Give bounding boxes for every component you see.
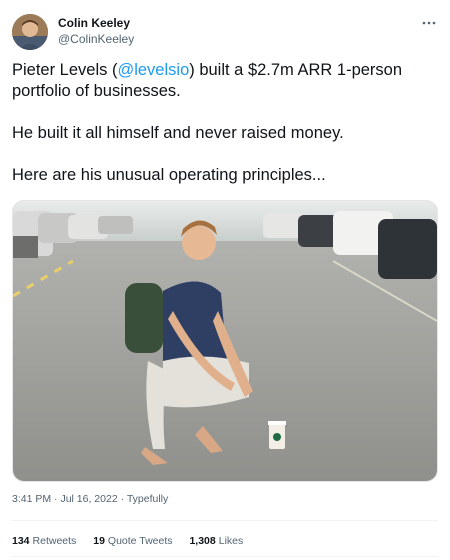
tweet-card: Colin Keeley @ColinKeeley Pieter Levels … bbox=[0, 0, 450, 560]
quote-tweets-stat[interactable]: 19 Quote Tweets bbox=[93, 534, 172, 548]
likes-stat[interactable]: 1,308 Likes bbox=[189, 534, 243, 548]
retweets-count: 134 bbox=[12, 535, 30, 547]
divider bbox=[12, 520, 438, 521]
author-handle[interactable]: @ColinKeeley bbox=[58, 31, 134, 47]
mention-link[interactable]: @levelsio bbox=[117, 61, 189, 79]
avatar[interactable] bbox=[12, 14, 48, 50]
tweet-line-2: He built it all himself and never raised… bbox=[12, 124, 344, 142]
tweet-source[interactable]: Typefully bbox=[127, 493, 168, 505]
tweet-header: Colin Keeley @ColinKeeley bbox=[12, 14, 438, 54]
tweet-date[interactable]: Jul 16, 2022 bbox=[60, 493, 117, 505]
tweet-line-1-pre: Pieter Levels ( bbox=[12, 61, 118, 79]
tweet-text: Pieter Levels (@levelsio) built a $2.7m … bbox=[12, 60, 432, 186]
likes-label: Likes bbox=[218, 535, 244, 547]
tweet-stats: 134 Retweets 19 Quote Tweets 1,308 Likes bbox=[12, 534, 257, 548]
tweet-time[interactable]: 3:41 PM bbox=[12, 493, 51, 505]
quote-tweets-count: 19 bbox=[93, 535, 105, 547]
quote-tweets-label: Quote Tweets bbox=[107, 535, 173, 547]
retweets-label: Retweets bbox=[32, 535, 77, 547]
likes-count: 1,308 bbox=[189, 535, 216, 547]
more-horizontal-icon[interactable] bbox=[422, 16, 436, 26]
retweets-stat[interactable]: 134 Retweets bbox=[12, 534, 76, 548]
author-name[interactable]: Colin Keeley bbox=[58, 16, 134, 31]
author-names: Colin Keeley @ColinKeeley bbox=[58, 16, 134, 47]
tweet-line-1: Pieter Levels (@levelsio) built a $2.7m … bbox=[12, 60, 432, 102]
tweet-meta: 3:41 PM · Jul 16, 2022 · Typefully bbox=[12, 492, 168, 506]
divider bbox=[12, 556, 438, 557]
tweet-photo[interactable] bbox=[12, 200, 438, 482]
meta-separator: · bbox=[117, 493, 127, 505]
tweet-line-3: Here are his unusual operating principle… bbox=[12, 166, 326, 184]
